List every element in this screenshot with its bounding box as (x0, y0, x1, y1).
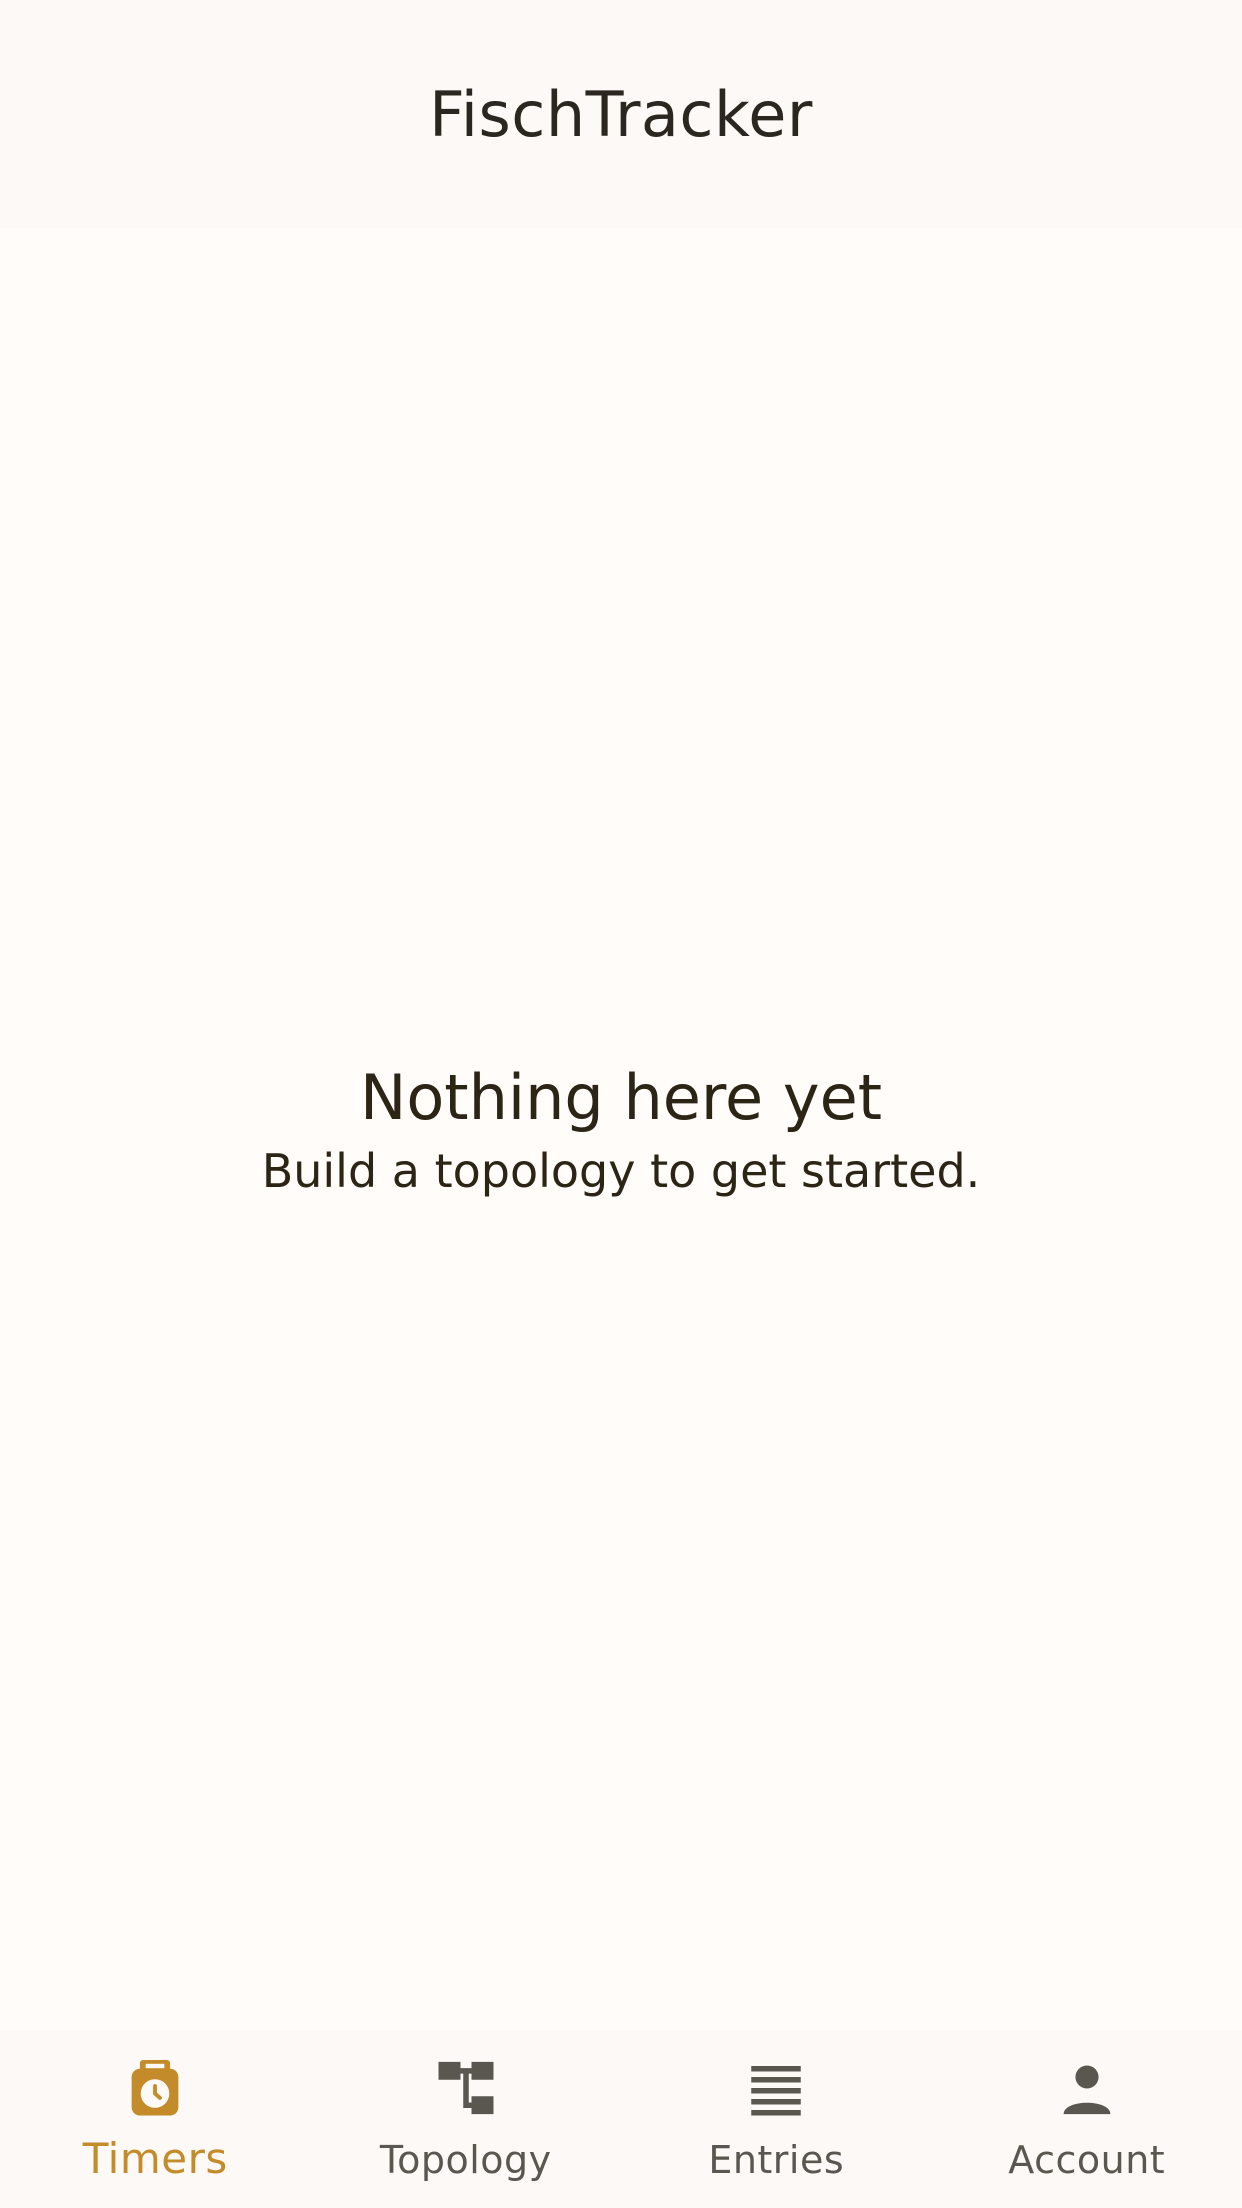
timer-icon (131, 2059, 179, 2116)
person-icon (1063, 2065, 1111, 2115)
app-bar: FischTracker (0, 0, 1242, 228)
topology-icon (438, 2061, 494, 2115)
nav-item-account[interactable]: Account (932, 2030, 1242, 2208)
nav-item-timers[interactable]: Timers (0, 2030, 311, 2208)
nav-label-account: Account (1008, 2138, 1166, 2182)
list-icon (751, 2066, 801, 2116)
app-screen: FischTracker Nothing here yet Build a to… (0, 0, 1242, 2208)
nav-item-topology[interactable]: Topology (311, 2030, 622, 2208)
empty-state: Nothing here yet Build a topology to get… (0, 1055, 1242, 1201)
empty-state-subtitle: Build a topology to get started. (261, 1144, 981, 1198)
empty-state-title: Nothing here yet (359, 1061, 883, 1134)
app-title: FischTracker (429, 77, 813, 151)
nav-item-entries[interactable]: Entries (621, 2030, 932, 2208)
nav-label-timers: Timers (82, 2134, 228, 2183)
nav-label-topology: Topology (379, 2138, 552, 2182)
nav-label-entries: Entries (708, 2138, 845, 2182)
bottom-navigation: Timers Topology Entries Account (0, 2030, 1242, 2208)
